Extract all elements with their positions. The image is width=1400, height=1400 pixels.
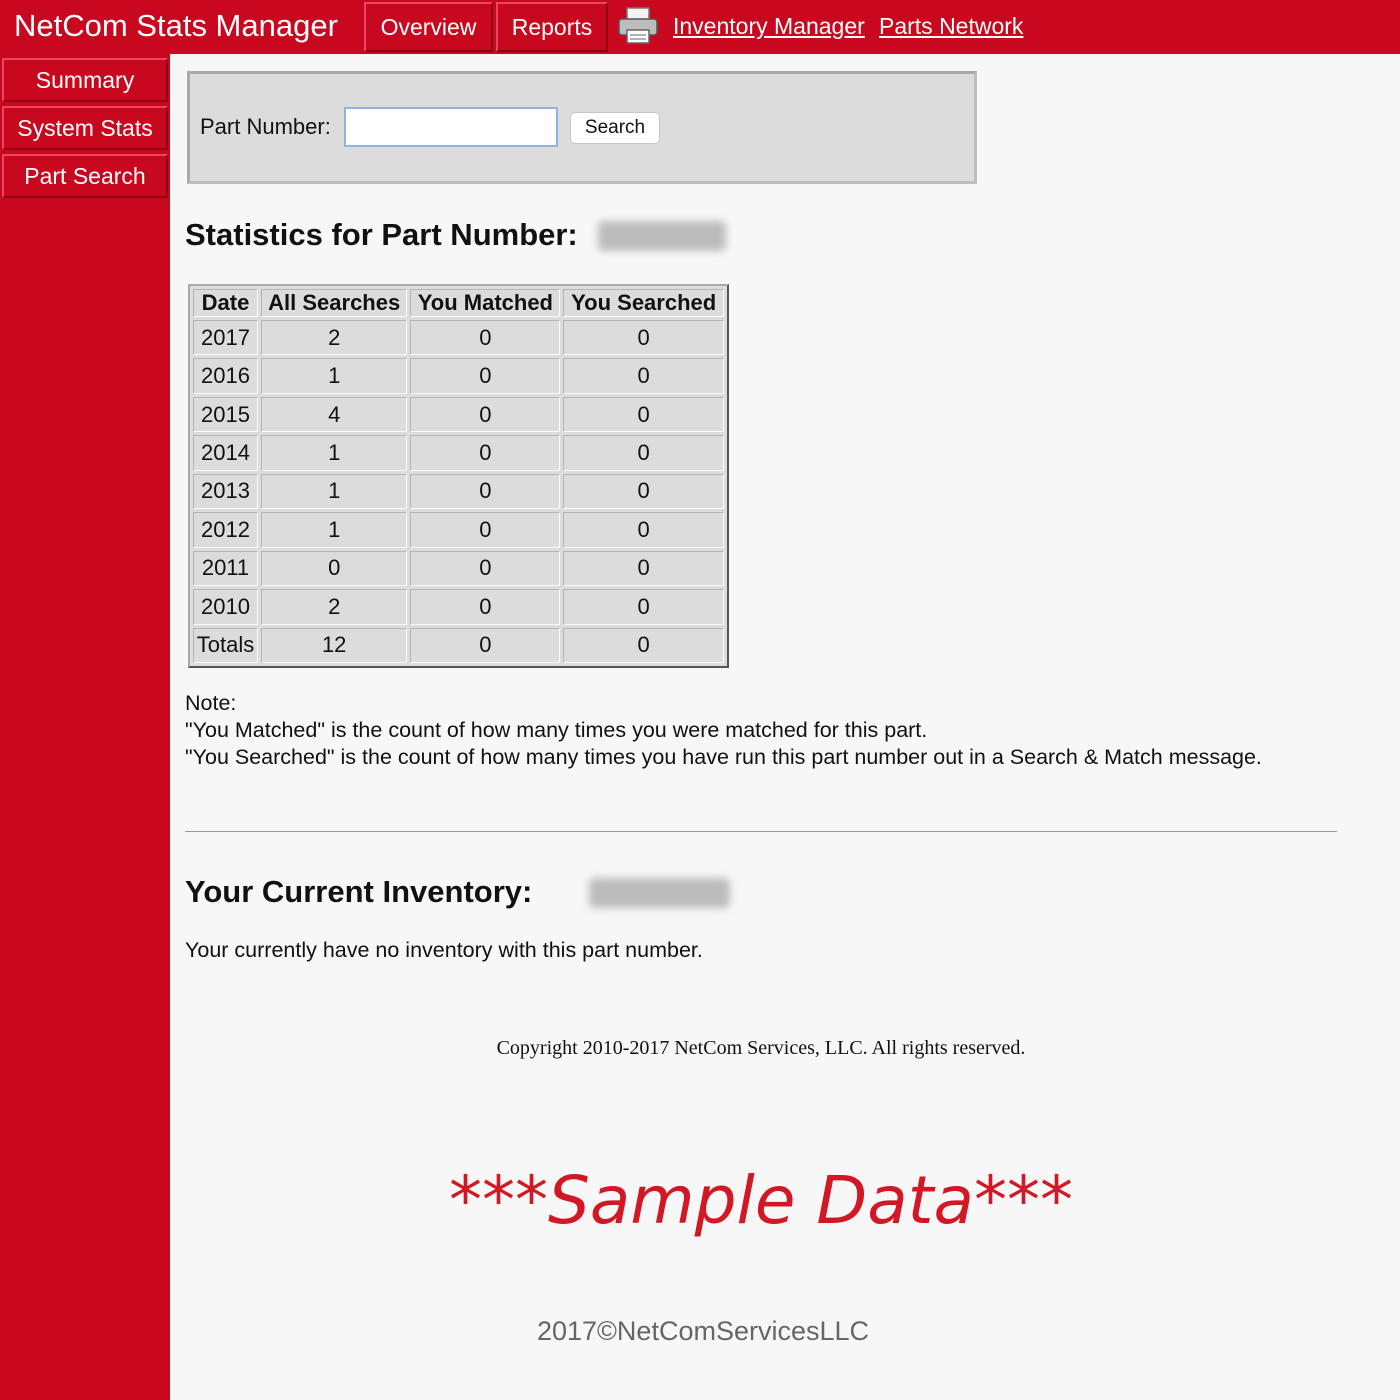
table-cell: 0 — [410, 512, 561, 548]
table-cell: 4 — [260, 396, 408, 433]
table-row: 2013 1 0 0 — [193, 473, 724, 510]
table-row: 2011 0 0 0 — [193, 550, 724, 587]
table-cell: 1 — [260, 358, 408, 394]
section-divider — [185, 831, 1337, 832]
table-row: 2010 2 0 0 — [193, 589, 724, 625]
sidebar-item-summary[interactable]: Summary — [2, 58, 168, 102]
parts-network-link[interactable]: Parts Network — [879, 13, 1023, 40]
sidebar: Summary System Stats Part Search — [0, 54, 170, 1400]
tab-overview[interactable]: Overview — [364, 2, 493, 52]
redacted-inventory-value — [589, 878, 730, 908]
tab-reports[interactable]: Reports — [496, 2, 608, 52]
app-title: NetCom Stats Manager — [14, 8, 338, 43]
table-cell: 2016 — [193, 358, 258, 394]
table-cell: 0 — [410, 550, 561, 587]
table-cell: 0 — [563, 396, 724, 433]
note-line: "You Searched" is the count of how many … — [185, 745, 1262, 769]
table-cell: 2012 — [193, 512, 258, 548]
table-cell: 1 — [260, 512, 408, 548]
table-cell: 0 — [410, 627, 561, 663]
inventory-message: Your currently have no inventory with th… — [185, 938, 703, 962]
note-section: Note: "You Matched" is the count of how … — [185, 690, 1262, 771]
table-cell: 0 — [563, 512, 724, 548]
table-cell: 1 — [260, 473, 408, 510]
part-search-panel: Part Number: Search — [187, 71, 977, 184]
table-cell: 2017 — [193, 320, 258, 356]
table-cell: 2014 — [193, 435, 258, 471]
statistics-heading: Statistics for Part Number: — [185, 217, 578, 252]
column-header-you-matched: You Matched — [410, 289, 561, 317]
table-cell: 0 — [410, 320, 561, 356]
part-number-input[interactable] — [344, 107, 558, 147]
copyright-notice: Copyright 2010-2017 NetCom Services, LLC… — [496, 1037, 1026, 1059]
table-cell: 1 — [260, 435, 408, 471]
column-header-date: Date — [193, 289, 258, 317]
search-button[interactable]: Search — [570, 112, 660, 144]
sidebar-item-system-stats[interactable]: System Stats — [2, 106, 168, 150]
inventory-heading: Your Current Inventory: — [185, 874, 533, 909]
table-row: 2017 2 0 0 — [193, 320, 724, 356]
table-cell: 0 — [260, 550, 408, 587]
table-cell: 2015 — [193, 396, 258, 433]
footer-text: 2017©NetComServicesLLC — [536, 1316, 870, 1346]
table-cell: 0 — [563, 550, 724, 587]
table-cell: 12 — [260, 627, 408, 663]
table-cell: 0 — [563, 627, 724, 663]
statistics-table: Date All Searches You Matched You Search… — [188, 284, 729, 668]
table-cell: 2013 — [193, 473, 258, 510]
sample-data-watermark: ***Sample Data*** — [448, 1162, 1074, 1239]
table-row: 2015 4 0 0 — [193, 396, 724, 433]
table-cell: 0 — [563, 435, 724, 471]
table-cell: 0 — [563, 358, 724, 394]
table-row: 2012 1 0 0 — [193, 512, 724, 548]
table-cell: 0 — [563, 473, 724, 510]
table-cell: 2 — [260, 589, 408, 625]
table-row: 2014 1 0 0 — [193, 435, 724, 471]
redacted-part-number — [598, 221, 726, 251]
note-line: "You Matched" is the count of how many t… — [185, 718, 928, 742]
column-header-you-searched: You Searched — [563, 289, 724, 317]
column-header-all-searches: All Searches — [260, 289, 408, 317]
table-cell: 0 — [410, 589, 561, 625]
inventory-manager-link[interactable]: Inventory Manager — [673, 13, 865, 40]
printer-icon[interactable] — [616, 6, 660, 46]
table-cell: 0 — [410, 358, 561, 394]
part-number-label: Part Number: — [200, 114, 331, 139]
table-cell: 2010 — [193, 589, 258, 625]
table-cell: 0 — [563, 320, 724, 356]
table-cell: 0 — [410, 435, 561, 471]
table-cell: 2 — [260, 320, 408, 356]
table-cell: 0 — [563, 589, 724, 625]
table-cell: Totals — [193, 627, 258, 663]
table-cell: 2011 — [193, 550, 258, 587]
table-header-row: Date All Searches You Matched You Search… — [193, 289, 724, 317]
table-cell: 0 — [410, 396, 561, 433]
totals-row: Totals 12 0 0 — [193, 627, 724, 663]
note-title: Note: — [185, 691, 237, 715]
table-cell: 0 — [410, 473, 561, 510]
top-navigation-bar: NetCom Stats Manager Overview Reports In… — [0, 0, 1400, 54]
sidebar-item-part-search[interactable]: Part Search — [2, 154, 168, 198]
table-row: 2016 1 0 0 — [193, 358, 724, 394]
